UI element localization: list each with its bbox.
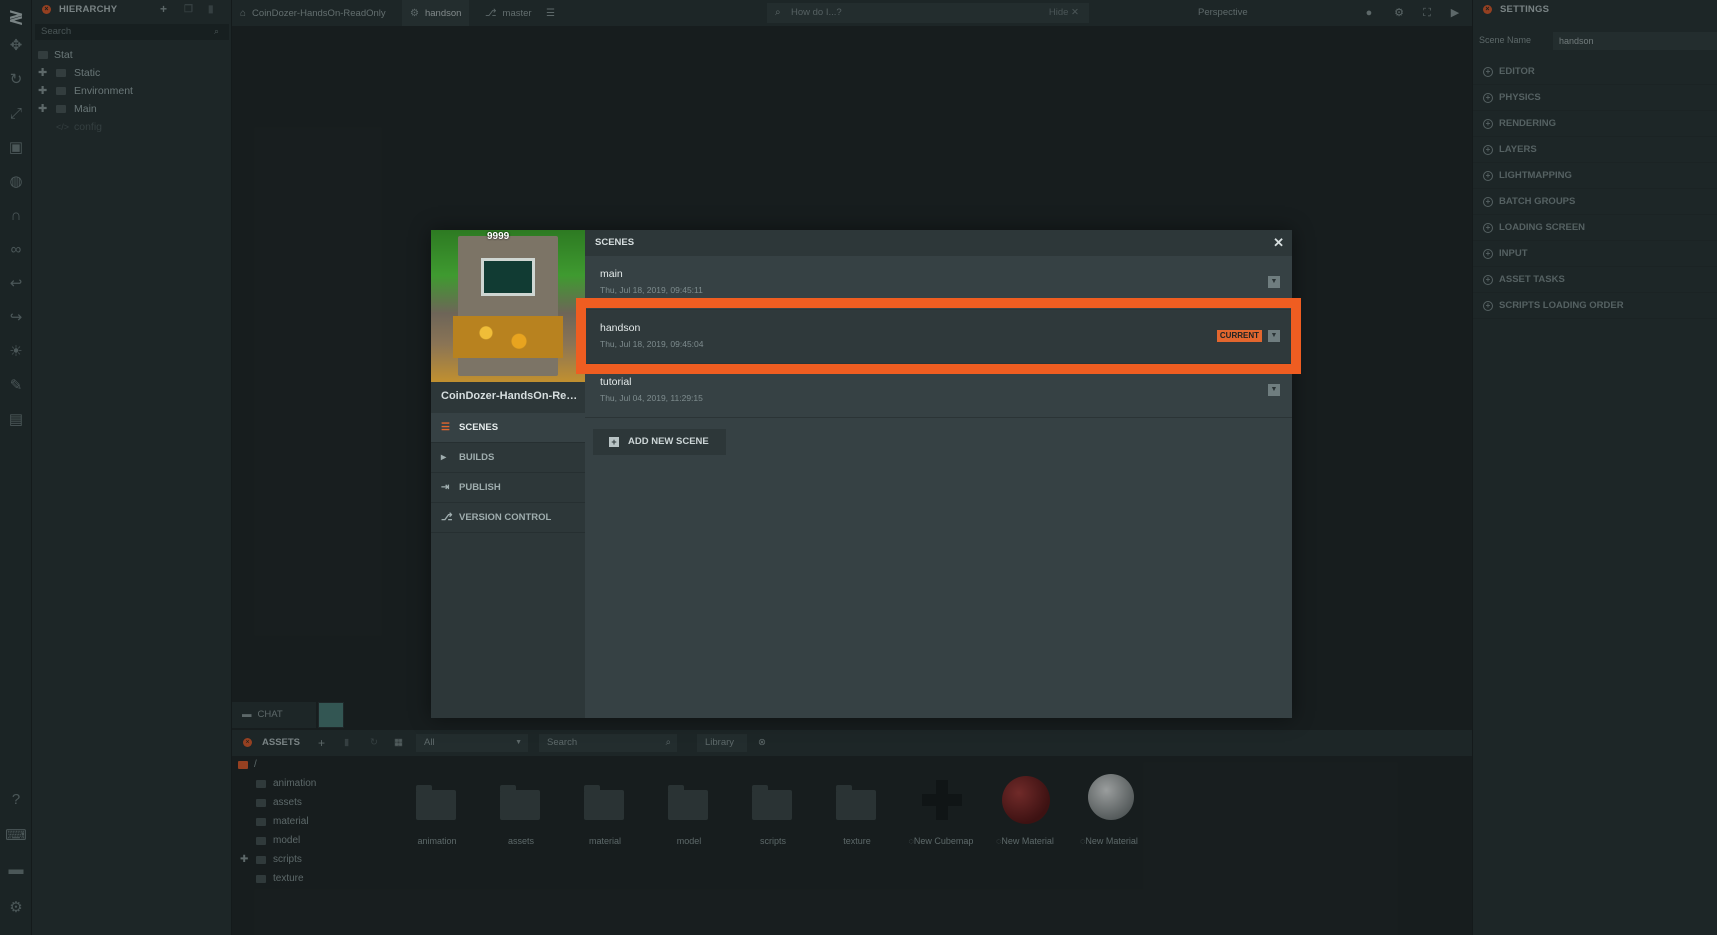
nav-label: VERSION CONTROL	[459, 512, 552, 523]
plus-icon: +	[609, 437, 619, 447]
modal-header: SCENES ✕	[585, 230, 1292, 256]
nav-label: BUILDS	[459, 452, 495, 463]
scene-date: Thu, Jul 18, 2019, 09:45:11	[600, 285, 703, 295]
thumbnail-screen	[481, 258, 535, 296]
highlight-box	[576, 298, 1301, 374]
modal-title: SCENES	[595, 237, 635, 248]
nav-label: SCENES	[459, 422, 499, 433]
modal-sidebar: 9999 CoinDozer-HandsOn-ReadOnly ☰ SCENES…	[431, 230, 585, 718]
scene-date: Thu, Jul 04, 2019, 11:29:15	[600, 393, 703, 403]
chevron-down-icon[interactable]: ▼	[1268, 384, 1280, 396]
play-icon: ▸	[441, 452, 447, 463]
nav-scenes[interactable]: ☰ SCENES	[431, 413, 585, 443]
publish-icon: ⇥	[441, 482, 450, 493]
scene-name: tutorial	[600, 376, 632, 388]
close-icon[interactable]: ✕	[1273, 230, 1284, 256]
project-name: CoinDozer-HandsOn-ReadOnly	[441, 390, 581, 402]
nav-version-control[interactable]: ⎇ VERSION CONTROL	[431, 503, 585, 533]
add-new-scene-label: ADD NEW SCENE	[628, 436, 709, 447]
add-new-scene-button[interactable]: + ADD NEW SCENE	[593, 429, 726, 455]
chevron-down-icon[interactable]: ▼	[1268, 276, 1280, 288]
thumbnail-coins	[453, 316, 563, 358]
scene-name: main	[600, 268, 623, 280]
nav-builds[interactable]: ▸ BUILDS	[431, 443, 585, 473]
thumbnail-score: 9999	[487, 231, 510, 242]
nav-publish[interactable]: ⇥ PUBLISH	[431, 473, 585, 503]
list-icon: ☰	[441, 422, 450, 433]
project-thumbnail: 9999	[431, 230, 585, 382]
nav-label: PUBLISH	[459, 482, 501, 493]
branch-icon: ⎇	[441, 512, 453, 523]
